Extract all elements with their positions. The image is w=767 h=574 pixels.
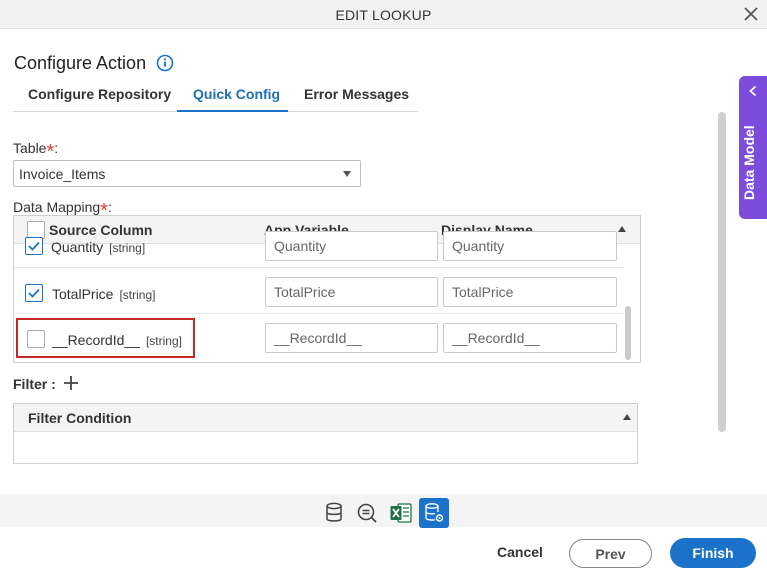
- source-column-type: [string]: [119, 288, 156, 302]
- table-row: Quantity [string] Quantity Quantity: [14, 220, 624, 268]
- excel-icon[interactable]: [386, 498, 416, 528]
- footer-toolbar: [0, 494, 767, 527]
- highlight-box: [16, 318, 195, 358]
- add-filter-icon[interactable]: [63, 375, 79, 391]
- grid-scrollbar[interactable]: [625, 306, 631, 360]
- display-name-input[interactable]: __RecordId__: [443, 323, 617, 353]
- label-suffix: :: [54, 140, 59, 156]
- source-column-name: Quantity [string]: [51, 239, 145, 255]
- search-list-icon[interactable]: [352, 498, 382, 528]
- filter-grid-header: Filter Condition: [14, 404, 637, 432]
- table-select[interactable]: Invoice_Items: [13, 160, 361, 187]
- label-suffix: :: [107, 199, 112, 215]
- tab-bar: Configure Repository Quick Config Error …: [13, 78, 418, 112]
- table-label: Table*:: [13, 136, 59, 163]
- display-name-input[interactable]: Quantity: [443, 231, 617, 261]
- chevron-left-icon: [749, 85, 757, 97]
- column-header-filter-condition[interactable]: Filter Condition: [28, 410, 131, 426]
- data-model-tab[interactable]: Data Model: [739, 76, 767, 219]
- close-icon[interactable]: [742, 5, 760, 23]
- sort-up-icon[interactable]: [623, 414, 631, 420]
- database-icon[interactable]: [319, 498, 349, 528]
- app-variable-input[interactable]: __RecordId__: [265, 323, 438, 353]
- app-variable-input[interactable]: Quantity: [265, 231, 438, 261]
- filter-label: Filter :: [13, 376, 56, 392]
- data-model-label: Data Model: [741, 125, 757, 200]
- row-checkbox[interactable]: [25, 237, 43, 255]
- dialog-title-bar: EDIT LOOKUP: [0, 0, 767, 29]
- table-label-text: Table: [13, 140, 47, 156]
- app-variable-input[interactable]: TotalPrice: [265, 277, 438, 307]
- active-tab-indicator: [177, 110, 288, 112]
- dropdown-arrow-icon: [343, 171, 351, 177]
- tab-error-messages[interactable]: Error Messages: [304, 86, 409, 102]
- source-column-name: TotalPrice [string]: [52, 286, 155, 302]
- main-scrollbar[interactable]: [718, 112, 726, 432]
- display-name-input[interactable]: TotalPrice: [443, 277, 617, 307]
- source-column-text: TotalPrice: [52, 286, 114, 302]
- prev-button[interactable]: Prev: [569, 539, 652, 568]
- checkmark-icon: [28, 241, 40, 251]
- table-select-value: Invoice_Items: [19, 166, 106, 182]
- row-checkbox[interactable]: [25, 284, 43, 302]
- tab-quick-config[interactable]: Quick Config: [193, 86, 280, 102]
- dialog-title: EDIT LOOKUP: [335, 7, 432, 23]
- source-column-text: Quantity: [51, 239, 104, 255]
- cancel-button[interactable]: Cancel: [497, 544, 543, 560]
- tab-configure-repository[interactable]: Configure Repository: [28, 86, 171, 102]
- data-mapping-label-text: Data Mapping: [13, 199, 101, 215]
- page-title: Configure Action: [14, 53, 147, 73]
- filter-grid: Filter Condition: [13, 403, 638, 464]
- finish-button[interactable]: Finish: [670, 538, 756, 568]
- database-settings-icon[interactable]: [419, 498, 449, 528]
- checkmark-icon: [28, 288, 40, 298]
- source-column-type: [string]: [109, 241, 146, 255]
- info-icon[interactable]: [156, 54, 174, 72]
- table-row: TotalPrice [string] TotalPrice TotalPrice: [14, 268, 624, 314]
